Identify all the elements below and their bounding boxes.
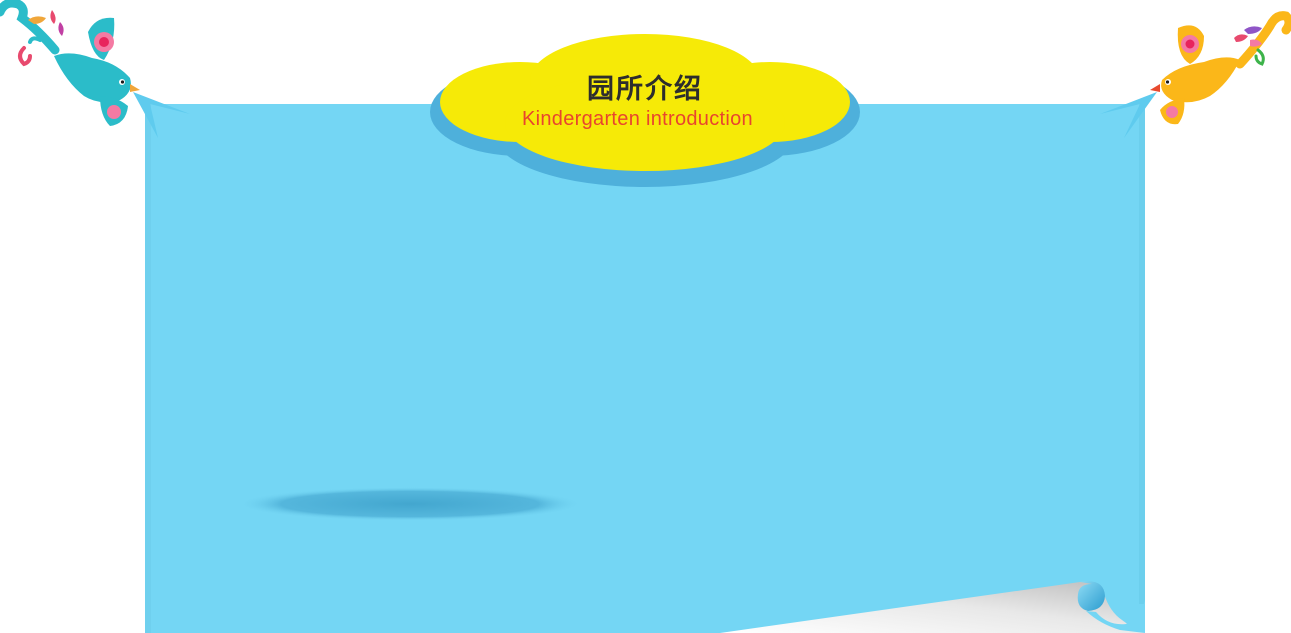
oval-shadow [238,487,582,521]
section-subtitle: Kindergarten introduction [522,108,753,130]
section-title: 园所介绍 [587,74,703,105]
